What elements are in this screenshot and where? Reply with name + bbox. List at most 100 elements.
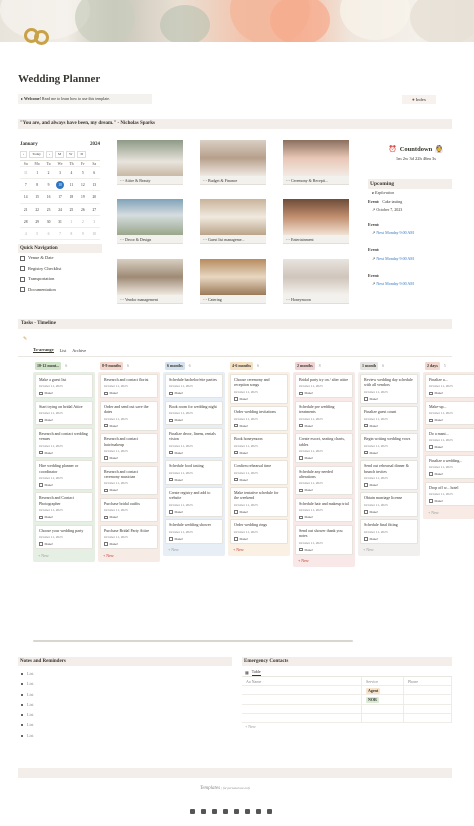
welcome-callout[interactable]: ▸ Welcome! Read me to learn how to use t… [18,94,152,104]
calendar-day[interactable]: 4 [20,228,32,241]
task-card[interactable]: Choose ceremony and reception songs Octob… [230,374,288,404]
checkbox-icon[interactable] [299,456,303,460]
task-card[interactable]: Order and send out save the dates October… [100,400,158,431]
checkbox-icon[interactable] [234,423,238,428]
task-card[interactable]: Order wedding rings October 11, 2023 Done! [230,519,288,544]
column-new-button[interactable]: + New [100,552,158,560]
task-done[interactable]: Done! [39,451,89,455]
task-done[interactable]: Done! [104,424,154,428]
calendar-day[interactable]: 2 [77,216,89,228]
calendar-day[interactable]: 14 [20,191,32,204]
task-card[interactable]: Schedule food tasting October 11, 2023 Don… [165,460,223,485]
calendar-day[interactable]: 19 [77,191,89,204]
checkbox-icon[interactable] [364,450,368,455]
calendar-day[interactable]: 22 [31,204,43,216]
note-item[interactable]: List [18,720,232,730]
tiktok-icon[interactable] [245,809,250,814]
checkbox-icon[interactable] [169,391,173,396]
checkbox-icon[interactable] [169,418,173,423]
task-card[interactable]: Make tentative schedule for the weekend O… [230,487,288,517]
calendar-day[interactable]: 27 [88,204,100,216]
calendar-prev-button[interactable]: ‹ [20,150,28,158]
calendar-day[interactable]: 24 [54,204,66,216]
task-done[interactable]: Done! [234,397,284,401]
task-done[interactable]: Done! [429,445,474,449]
checkbox-icon[interactable] [429,391,433,396]
task-card[interactable]: Book honeymoon October 11, 2023 Done! [230,433,288,458]
checkbox-icon[interactable] [39,542,43,546]
calendar-day[interactable]: 5 [31,228,43,241]
calendar-day[interactable]: 1 [65,216,78,228]
task-card[interactable]: Schedule wedding shower October 11, 2023 D… [165,519,223,544]
column-new-button[interactable]: + New [165,546,223,554]
task-done[interactable]: Done! [104,488,154,492]
quick-nav-item[interactable]: Documentation [18,285,102,296]
calendar-next-button[interactable]: › [45,150,54,158]
table-header[interactable]: Phone [404,677,452,687]
table-header[interactable]: Service [362,677,404,687]
checkbox-icon[interactable] [429,418,433,423]
task-done[interactable]: Done! [169,418,219,422]
checkbox-icon[interactable] [299,547,303,552]
contact-service-cell[interactable]: Agent [362,686,404,696]
task-done[interactable]: Done! [169,451,219,455]
task-done[interactable]: Done! [364,424,414,428]
task-card[interactable]: Research and contact florist October 11, … [100,374,158,399]
task-card[interactable]: Obtain marriage license October 11, 2023 D… [360,492,418,517]
task-done[interactable]: Done! [39,418,89,422]
board-scrollbar[interactable] [33,640,353,642]
checkbox-icon[interactable] [39,418,43,423]
website-icon[interactable] [201,809,206,814]
checkbox-icon[interactable] [364,510,368,514]
task-card[interactable]: Review wedding day schedule with all ven… [360,374,418,404]
task-card[interactable]: Send out rehearsal dinner & brunch invit… [360,460,418,490]
checkbox-icon[interactable] [234,537,238,541]
task-card[interactable]: Finalize guest count October 11, 2023 Done… [360,406,418,431]
calendar-day[interactable]: 26 [77,204,89,216]
gallery-card[interactable]: ⋯ Ceremony & Recepti... [283,140,349,185]
task-done[interactable]: Done! [429,391,474,395]
calendar-day[interactable]: 6 [42,228,55,241]
youtube-icon[interactable] [256,809,261,814]
calendar-day[interactable]: 13 [88,179,100,192]
note-item[interactable]: List [18,710,232,720]
calendar-view-w[interactable]: W [66,150,76,158]
calendar-day[interactable]: 17 [54,191,66,204]
calendar-day[interactable]: 7 [20,179,32,192]
checkbox-icon[interactable] [429,472,433,476]
contact-phone[interactable] [404,713,452,723]
task-card[interactable]: Research and Contact Photographer October… [35,492,93,523]
note-item[interactable]: List [18,679,232,689]
task-done[interactable]: Done! [234,510,284,514]
task-done[interactable]: Done! [299,548,349,552]
calendar-day[interactable]: 8 [65,228,78,241]
checkbox-icon[interactable] [104,488,108,493]
checkbox-icon[interactable] [169,510,173,514]
task-card[interactable]: Purchase bridal outfits October 11, 2023 D… [100,497,158,523]
task-card[interactable]: Make-up... October 11, 2023 Done! [425,400,474,426]
checkbox-icon[interactable] [234,450,238,455]
checkbox-icon[interactable] [429,499,433,503]
task-done[interactable]: Done! [39,391,89,395]
task-done[interactable]: Done! [299,391,349,395]
calendar-day[interactable]: 25 [65,204,78,216]
task-card[interactable]: Schedule bachelor/ette parties October 11… [165,374,223,399]
checkbox-icon[interactable] [39,515,43,519]
task-done[interactable]: Done! [39,542,89,546]
pinterest-icon[interactable] [267,809,272,814]
emergency-new-button[interactable]: + New [242,723,452,731]
calendar-day[interactable]: 18 [65,191,78,204]
task-card[interactable]: Send out shower thank you notes October 1… [295,524,353,555]
contact-service-cell[interactable]: NOR [362,695,404,705]
checkbox-icon[interactable] [299,515,303,519]
calendar-day[interactable]: 7 [54,228,66,241]
task-card[interactable]: Schedule hair and makeup trial October 11… [295,497,353,523]
task-card[interactable]: Bridal party try on / alter attire Octobe… [295,374,353,399]
task-card[interactable]: Order wedding invitations October 11, 202… [230,406,288,431]
contact-service-cell[interactable] [362,713,404,723]
checkbox-icon[interactable] [104,391,108,396]
calendar-day[interactable]: 1 [31,167,43,180]
task-card[interactable]: Choose your wedding party October 11, 202… [35,524,93,550]
event-row[interactable]: Event: Cake tasting [368,198,452,207]
task-done[interactable]: Done! [234,451,284,455]
